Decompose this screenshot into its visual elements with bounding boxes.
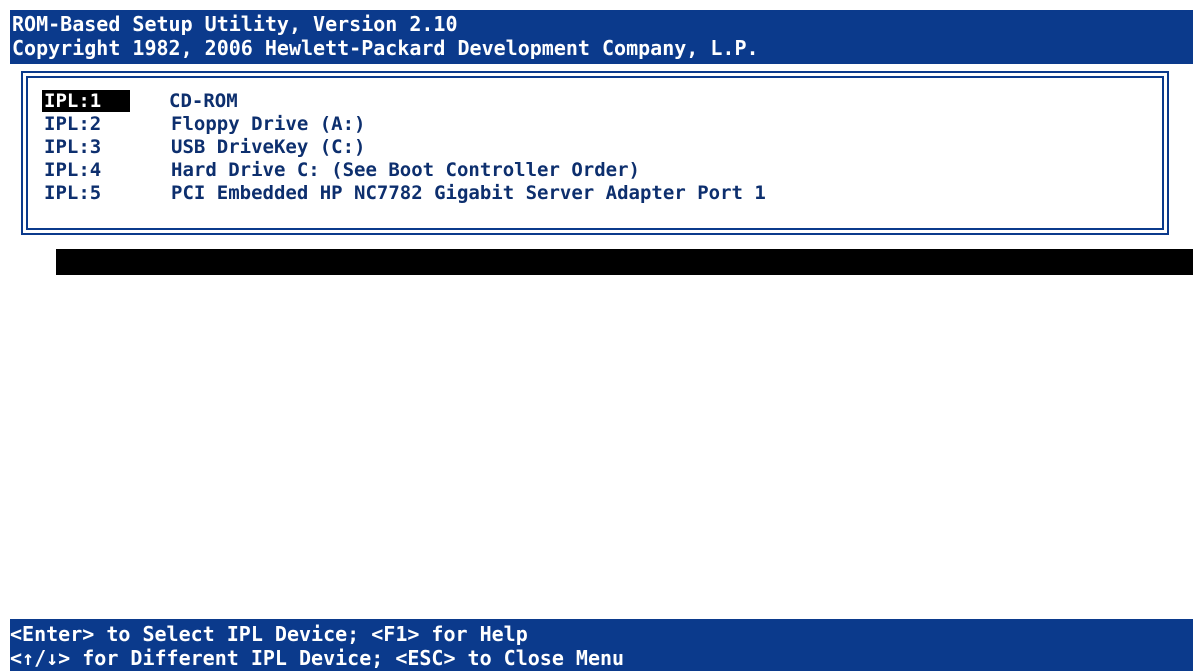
ipl-device-menu-frame: IPL:1 CD-ROM IPL:2 Floppy Drive (A:) IPL… bbox=[26, 76, 1164, 230]
ipl-device-label: PCI Embedded HP NC7782 Gigabit Server Ad… bbox=[171, 182, 766, 204]
help-line-navigate: <↑/↓> for Different IPL Device; <ESC> to… bbox=[10, 646, 625, 670]
ipl-item-3[interactable]: IPL:3 USB DriveKey (C:) bbox=[42, 136, 365, 158]
help-bar: <Enter> to Select IPL Device; <F1> for H… bbox=[10, 619, 1193, 671]
ipl-device-label: USB DriveKey (C:) bbox=[171, 136, 366, 158]
help-line-select: <Enter> to Select IPL Device; <F1> for H… bbox=[10, 622, 528, 646]
ipl-device-menu: IPL:1 CD-ROM IPL:2 Floppy Drive (A:) IPL… bbox=[21, 71, 1169, 235]
ipl-id-label: IPL:4 bbox=[44, 159, 102, 181]
ipl-item-5[interactable]: IPL:5 PCI Embedded HP NC7782 Gigabit Ser… bbox=[42, 182, 766, 204]
ipl-device-label: Hard Drive C: (See Boot Controller Order… bbox=[171, 159, 640, 181]
ipl-id-label: IPL:2 bbox=[44, 113, 102, 135]
ipl-id-label: IPL:5 bbox=[44, 182, 102, 204]
menu-shadow bbox=[56, 249, 1193, 275]
title-bar: ROM-Based Setup Utility, Version 2.10 Co… bbox=[10, 10, 1193, 64]
copyright-notice: Copyright 1982, 2006 Hewlett-Packard Dev… bbox=[12, 36, 759, 60]
ipl-device-label: Floppy Drive (A:) bbox=[171, 113, 366, 135]
utility-title: ROM-Based Setup Utility, Version 2.10 bbox=[12, 12, 458, 36]
ipl-item-1[interactable]: IPL:1 CD-ROM bbox=[42, 90, 238, 112]
ipl-id-label: IPL:3 bbox=[44, 136, 102, 158]
ipl-device-label: CD-ROM bbox=[169, 90, 238, 112]
ipl-item-4[interactable]: IPL:4 Hard Drive C: (See Boot Controller… bbox=[42, 159, 640, 181]
ipl-item-2[interactable]: IPL:2 Floppy Drive (A:) bbox=[42, 113, 365, 135]
ipl-id-label: IPL:1 bbox=[42, 90, 130, 112]
